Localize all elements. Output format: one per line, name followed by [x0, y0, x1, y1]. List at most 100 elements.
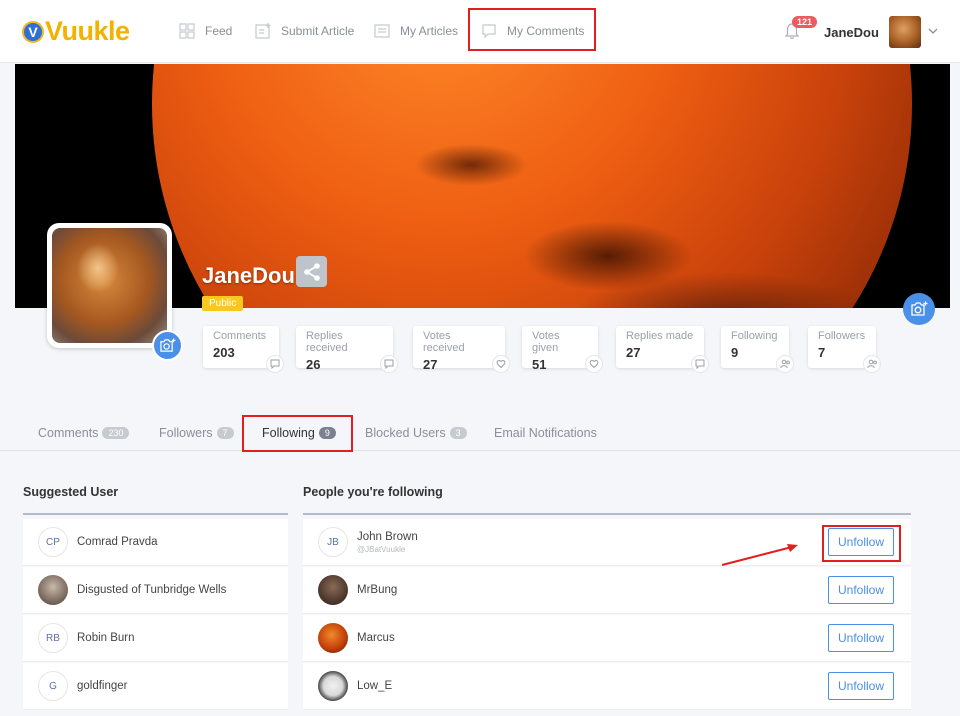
profile-name: JaneDou	[202, 263, 295, 288]
profile-tabs: Comments 230 Followers 7 Following 9 Blo…	[0, 410, 960, 451]
tab-label: Followers	[159, 426, 213, 440]
unfollow-button[interactable]: Unfollow	[828, 624, 894, 652]
chevron-down-icon[interactable]	[928, 27, 938, 35]
user-handle: @JBatVuukle	[357, 544, 406, 554]
avatar: RB	[38, 623, 68, 653]
nav-feed-label: Feed	[205, 24, 233, 38]
notification-badge[interactable]: 121	[792, 16, 818, 28]
user-name: John Brown	[357, 530, 418, 543]
stat-votes-received[interactable]: Votes received 27	[413, 326, 510, 373]
list-item[interactable]: RB Robin Burn	[23, 615, 288, 662]
list-item[interactable]: MrBung Unfollow	[303, 567, 911, 614]
stat-value: 27	[423, 357, 438, 372]
avatar: JB	[318, 527, 348, 557]
camera-icon	[911, 301, 928, 316]
stat-value: 26	[306, 357, 321, 372]
list-item[interactable]: Low_E Unfollow	[303, 663, 911, 710]
users-icon	[776, 355, 794, 373]
tab-label: Email Notifications	[494, 426, 597, 440]
unfollow-button[interactable]: Unfollow	[828, 672, 894, 700]
highlight-my-comments	[468, 8, 596, 51]
stat-value: 51	[532, 357, 547, 372]
heart-icon	[492, 355, 510, 373]
stat-label: Following	[731, 330, 778, 342]
tab-count: 3	[449, 427, 467, 439]
tab-comments[interactable]: Comments 230	[38, 426, 130, 440]
list-item[interactable]: Marcus Unfollow	[303, 615, 911, 662]
user-name: Low_E	[357, 680, 393, 692]
stat-label: Votes given	[532, 330, 560, 354]
tab-count: 230	[102, 427, 130, 439]
stat-label: Comments	[213, 330, 267, 342]
tab-label: Comments	[38, 426, 99, 440]
users-icon	[863, 355, 881, 373]
stat-label: Followers	[818, 330, 866, 342]
share-icon	[303, 262, 320, 281]
avatar: G	[38, 671, 68, 701]
avatar	[318, 575, 348, 605]
logo-text: Vuukle	[45, 16, 130, 46]
tab-followers[interactable]: Followers 7	[159, 426, 234, 440]
vuukle-logo[interactable]: V Vuukle	[22, 16, 130, 47]
suggested-divider	[23, 513, 288, 515]
tab-blocked-users[interactable]: Blocked Users 3	[365, 426, 467, 440]
stat-value: 9	[731, 345, 739, 360]
profile-picture	[47, 223, 172, 348]
suggested-title: Suggested User	[23, 485, 119, 499]
tab-count: 7	[216, 427, 234, 439]
red-arrow-annotation	[721, 544, 798, 566]
stat-replies-made[interactable]: Replies made 27	[616, 326, 709, 373]
stat-replies-received[interactable]: Replies received 26	[296, 326, 398, 373]
stat-label: Votes received	[423, 330, 465, 354]
tab-email-notifications[interactable]: Email Notifications	[494, 426, 597, 440]
add-document-icon	[255, 23, 271, 39]
avatar	[318, 671, 348, 701]
logo-badge: V	[22, 20, 44, 43]
nav-submit-article[interactable]: Submit Article	[254, 22, 354, 40]
user-name: Marcus	[357, 632, 395, 644]
stat-followers[interactable]: Followers 7	[808, 326, 881, 373]
unfollow-button[interactable]: Unfollow	[828, 576, 894, 604]
list-item[interactable]: G goldfinger	[23, 663, 288, 710]
nav-submit-label: Submit Article	[281, 24, 355, 38]
articles-icon	[374, 24, 390, 38]
following-title: People you're following	[303, 485, 443, 499]
profile-picture-image	[52, 228, 167, 343]
comment-icon	[266, 355, 284, 373]
avatar	[318, 623, 348, 653]
change-avatar-button[interactable]	[152, 330, 183, 361]
list-item[interactable]: CP Comrad Pravda	[23, 519, 288, 566]
share-button[interactable]	[296, 256, 327, 287]
list-item[interactable]: JB John Brown @JBatVuukle Unfollow	[303, 519, 911, 566]
highlight-unfollow	[822, 525, 901, 562]
nav-articles-label: My Articles	[400, 24, 459, 38]
avatar: CP	[38, 527, 68, 557]
nav-my-articles[interactable]: My Articles	[373, 22, 458, 40]
user-name: Robin Burn	[77, 632, 135, 644]
user-name: Disgusted of Tunbridge Wells	[77, 584, 227, 596]
following-divider	[303, 513, 911, 515]
stat-value: 27	[626, 345, 641, 360]
reply-icon	[380, 355, 398, 373]
top-bar: V Vuukle Feed Submit Article My Articles	[0, 0, 960, 63]
stat-value: 203	[213, 345, 235, 360]
stat-comments[interactable]: Comments 203	[203, 326, 284, 373]
header-avatar[interactable]	[889, 16, 921, 48]
tab-label: Blocked Users	[365, 426, 446, 440]
header-username[interactable]: JaneDou	[824, 25, 879, 40]
list-item[interactable]: Disgusted of Tunbridge Wells	[23, 567, 288, 614]
user-name: Comrad Pravda	[77, 536, 158, 548]
user-name: goldfinger	[77, 680, 128, 692]
user-info: John Brown @JBatVuukle	[348, 531, 418, 554]
grid-icon	[179, 23, 195, 39]
stat-following[interactable]: Following 9	[721, 326, 794, 373]
stat-votes-given[interactable]: Votes given 51	[522, 326, 603, 373]
stat-value: 7	[818, 345, 826, 360]
change-cover-button[interactable]	[903, 293, 935, 325]
user-name: MrBung	[357, 584, 398, 596]
nav-feed[interactable]: Feed	[178, 22, 232, 40]
heart-icon	[585, 355, 603, 373]
avatar	[38, 575, 68, 605]
reply-icon	[691, 355, 709, 373]
stat-label: Replies received	[306, 330, 348, 354]
